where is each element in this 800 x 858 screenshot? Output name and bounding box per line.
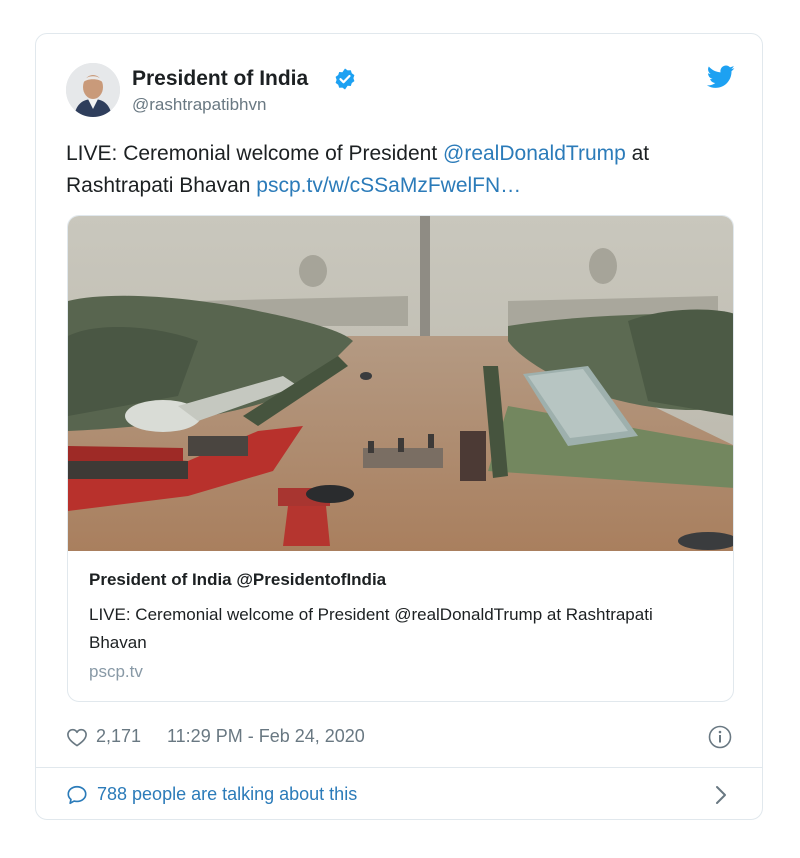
avatar-image — [66, 63, 120, 117]
like-count[interactable]: 2,171 — [96, 726, 141, 747]
mention-link[interactable]: @realDonaldTrump — [443, 142, 626, 165]
tweet-meta: 2,171 11:29 PM - Feb 24, 2020 — [66, 722, 736, 752]
info-icon[interactable] — [708, 725, 732, 749]
talking-count-label[interactable]: 788 people are talking about this — [97, 784, 357, 805]
preview-image[interactable] — [68, 216, 734, 551]
twitter-bird-icon[interactable] — [707, 65, 735, 89]
chevron-right-icon[interactable] — [714, 784, 728, 806]
timestamp[interactable]: 11:29 PM - Feb 24, 2020 — [167, 726, 365, 747]
tweet-text-prefix: LIVE: Ceremonial welcome of President — [66, 142, 444, 165]
author-handle[interactable]: @rashtrapatibhvn — [132, 95, 266, 115]
speech-bubble-icon — [67, 785, 87, 805]
tweet-text: LIVE: Ceremonial welcome of President @r… — [66, 138, 736, 202]
verified-badge-icon — [335, 68, 355, 90]
divider — [36, 767, 762, 768]
tweet-embed-card: President of India @rashtrapatibhvn LIVE… — [35, 33, 763, 820]
avatar[interactable] — [66, 63, 120, 117]
author-name[interactable]: President of India — [132, 67, 308, 91]
link-preview-card[interactable]: President of India @PresidentofIndia LIV… — [67, 215, 734, 702]
card-description: LIVE: Ceremonial welcome of President @r… — [89, 605, 653, 652]
card-domain[interactable]: pscp.tv — [89, 662, 143, 682]
heart-icon[interactable] — [66, 727, 88, 747]
tweet-url-link[interactable]: pscp.tv/w/cSSaMzFwelFN… — [256, 174, 521, 197]
conversation-link[interactable]: 788 people are talking about this — [66, 780, 736, 810]
card-title[interactable]: President of India @PresidentofIndia — [89, 570, 386, 590]
